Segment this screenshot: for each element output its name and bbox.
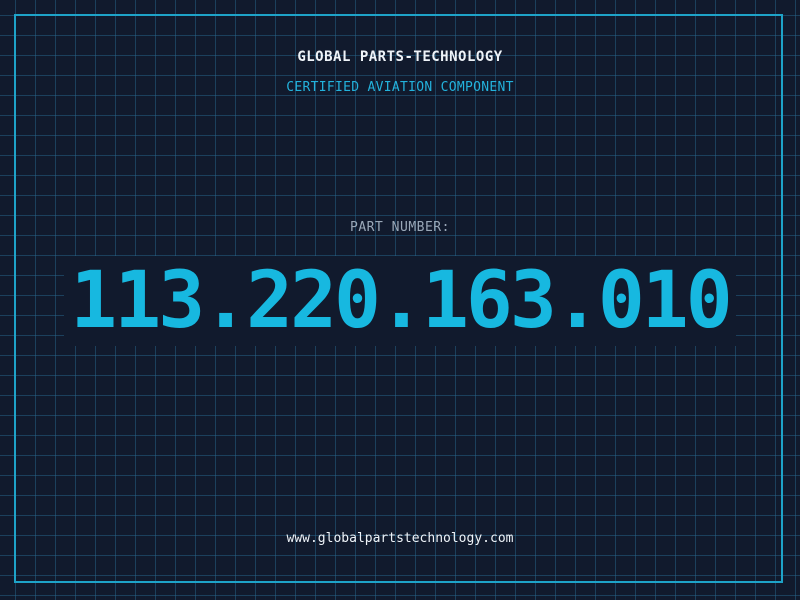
part-number-text: 113.220.163.010 [64, 256, 736, 346]
part-number-label: PART NUMBER: [350, 220, 450, 235]
website-url: www.globalpartstechnology.com [286, 531, 514, 546]
brand-tagline: CERTIFIED AVIATION COMPONENT [286, 80, 514, 95]
brand-name: GLOBAL PARTS-TECHNOLOGY [297, 49, 503, 65]
part-number-value: 113.220.163.010 [0, 256, 800, 346]
